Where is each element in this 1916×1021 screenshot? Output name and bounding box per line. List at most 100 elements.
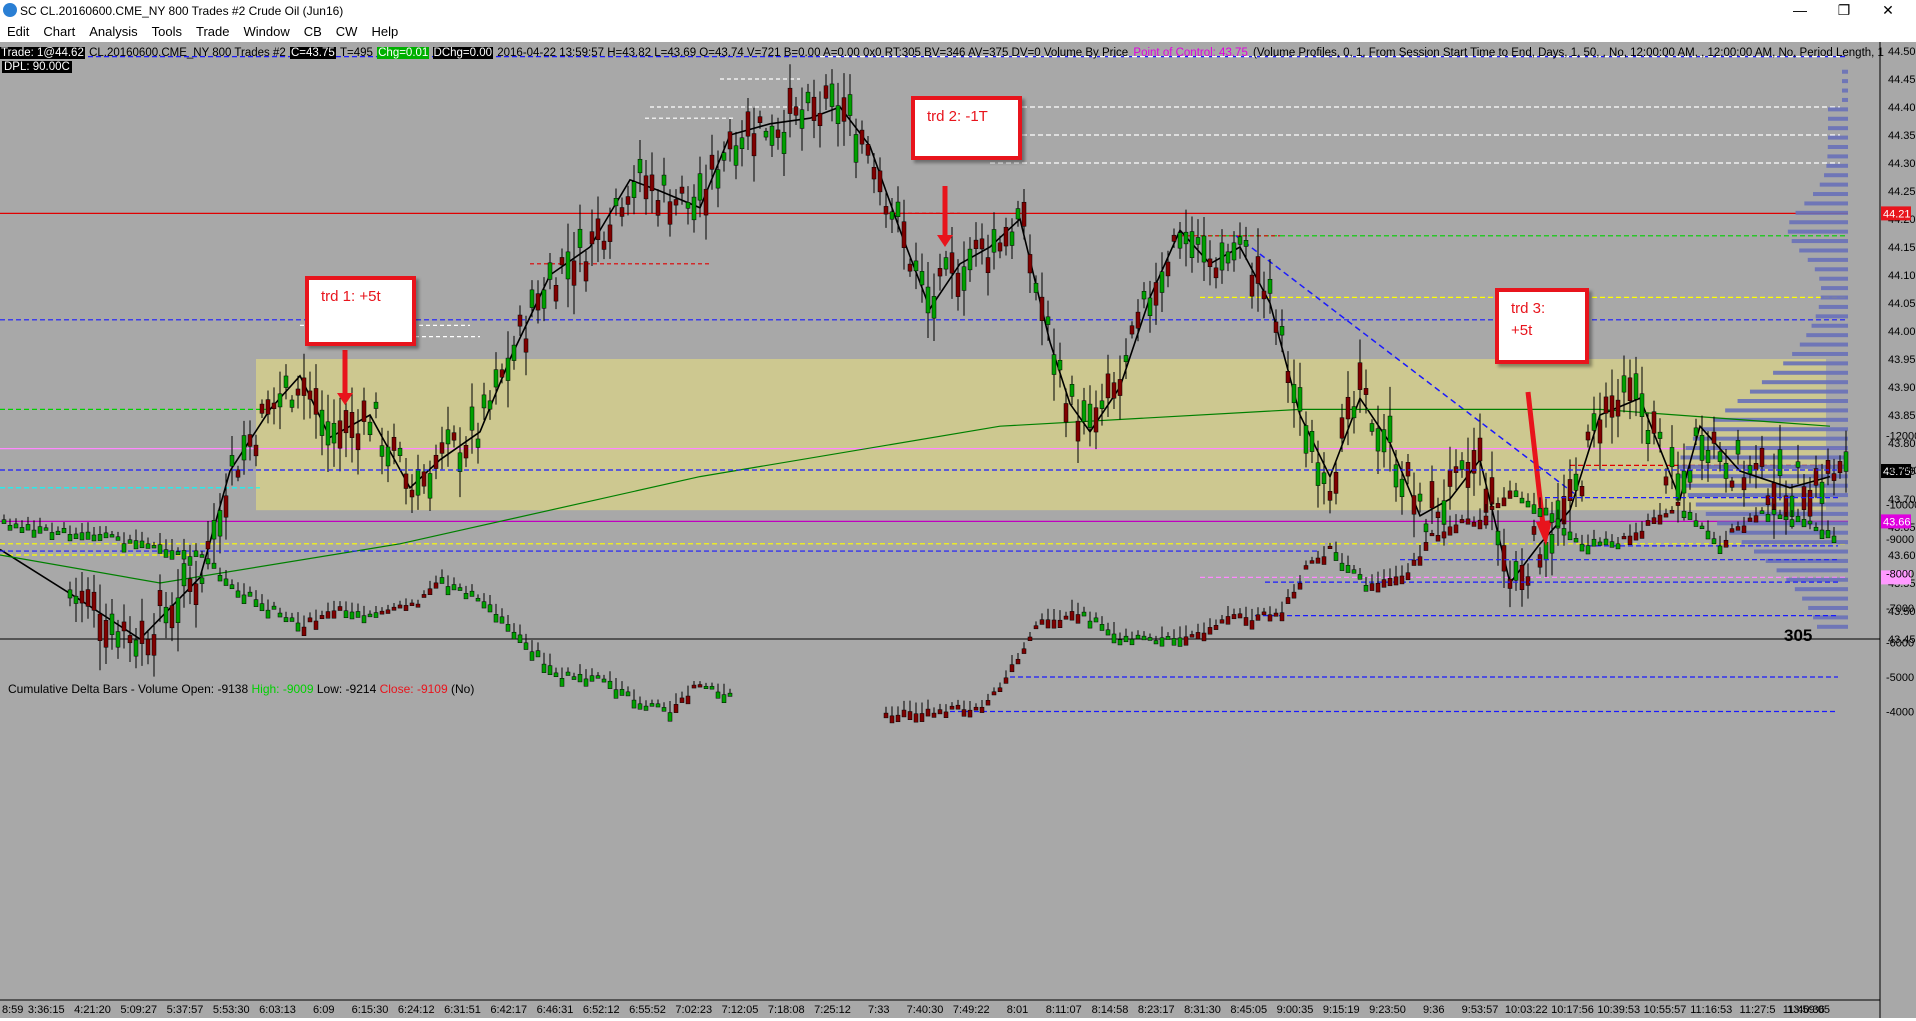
- delta-bar: [367, 613, 373, 618]
- delta-bar: [1267, 614, 1273, 622]
- volume-profile-bar: [1820, 295, 1848, 300]
- price-candle: [781, 131, 787, 154]
- volume-profile-bar: [1754, 549, 1848, 554]
- minimize-icon[interactable]: —: [1778, 0, 1822, 22]
- delta-bar: [433, 582, 439, 589]
- lower-panel-label: Cumulative Delta Bars - Volume Open: -91…: [8, 682, 474, 696]
- price-candle: [421, 471, 427, 487]
- delta-bar: [121, 543, 127, 553]
- close-icon[interactable]: ✕: [1866, 0, 1910, 22]
- delta-bar: [1501, 497, 1507, 507]
- price-candle: [1447, 469, 1453, 487]
- delta-bar: [661, 707, 667, 712]
- time-tick-label: 6:09: [313, 1004, 334, 1016]
- delta-bar: [1489, 505, 1495, 510]
- menu-cw[interactable]: CW: [329, 22, 365, 42]
- menu-analysis[interactable]: Analysis: [82, 22, 144, 42]
- volume-profile-bar: [1813, 192, 1848, 197]
- lower-panel-open: Open: -9138: [181, 682, 249, 696]
- delta-bar: [1705, 530, 1711, 540]
- price-candle: [703, 188, 709, 216]
- price-candle: [1369, 423, 1375, 432]
- delta-bar: [583, 678, 589, 687]
- delta-bar: [1117, 639, 1123, 646]
- delta-bar: [451, 584, 457, 591]
- price-candle: [1345, 396, 1351, 420]
- price-candle: [889, 211, 895, 220]
- delta-bar: [1771, 509, 1777, 515]
- price-candle: [583, 261, 589, 282]
- price-candle: [1723, 462, 1729, 479]
- price-candle: [559, 257, 565, 266]
- price-candle: [1339, 417, 1345, 439]
- delta-bar: [199, 554, 205, 558]
- time-tick-label: 6:24:12: [398, 1004, 435, 1016]
- delta-bar: [253, 599, 259, 607]
- price-candle: [193, 583, 199, 605]
- chart-area[interactable]: 44.6044.5044.4544.4044.3544.3044.2544.20…: [0, 0, 1916, 1018]
- price-candle: [1141, 291, 1147, 300]
- time-tick-label: 7:12:05: [722, 1004, 759, 1016]
- price-candle: [1591, 413, 1597, 431]
- menu-help[interactable]: Help: [364, 22, 405, 42]
- delta-bar: [109, 534, 115, 538]
- volume-profile-bar: [1804, 201, 1848, 206]
- delta-bar: [709, 686, 715, 690]
- delta-bar: [169, 550, 175, 560]
- volume-profile-bar: [1792, 351, 1848, 356]
- price-tick-label: 44.30: [1888, 158, 1916, 170]
- delta-bar: [637, 703, 643, 710]
- price-candle: [673, 199, 679, 206]
- menu-chart[interactable]: Chart: [36, 22, 82, 42]
- price-candle: [1171, 234, 1177, 242]
- delta-bar: [1741, 525, 1747, 533]
- delta-bar: [961, 709, 967, 717]
- price-candle: [643, 175, 649, 200]
- delta-bar: [1819, 529, 1825, 539]
- price-candle: [157, 590, 163, 607]
- price-candle: [253, 444, 259, 457]
- callout-text-3: trd 3: +5t: [1511, 300, 1546, 339]
- delta-bar: [265, 609, 271, 619]
- volume-profile-bar: [1789, 220, 1848, 225]
- price-candle: [127, 635, 133, 644]
- price-candle: [151, 634, 157, 656]
- menu-edit[interactable]: Edit: [0, 22, 36, 42]
- delta-bar: [493, 614, 499, 623]
- delta-bar: [313, 620, 319, 630]
- volume-profile-bar: [1705, 511, 1848, 516]
- menu-tools[interactable]: Tools: [145, 22, 189, 42]
- delta-bar: [7, 525, 13, 531]
- volume-profile-bar: [1783, 361, 1848, 366]
- delta-bar: [1591, 538, 1597, 547]
- trade-callout-1: trd 1: +5t: [305, 276, 416, 346]
- time-tick-label: 11:16:53: [1690, 1004, 1732, 1016]
- time-tick-label: 7:25:12: [814, 1004, 851, 1016]
- delta-bar: [421, 594, 427, 598]
- price-candle: [517, 314, 523, 327]
- price-candle: [841, 97, 847, 122]
- delta-bar: [1699, 525, 1705, 530]
- chart-canvas[interactable]: 44.6044.5044.4544.4044.3544.3044.2544.20…: [0, 0, 1916, 1018]
- delta-bar: [1477, 519, 1483, 530]
- change-value: Chg=0.01: [377, 47, 430, 59]
- price-candle: [1807, 489, 1813, 517]
- restore-icon[interactable]: ❐: [1822, 0, 1866, 22]
- time-tick-label: 6:03:13: [259, 1004, 296, 1016]
- menu-window[interactable]: Window: [236, 22, 296, 42]
- price-candle: [1057, 359, 1063, 371]
- volume-profile-bar: [1799, 342, 1848, 347]
- price-candle: [1495, 530, 1501, 546]
- delta-bar: [1555, 518, 1561, 527]
- price-candle: [1573, 473, 1579, 491]
- delta-bar: [427, 588, 433, 595]
- menu-trade[interactable]: Trade: [189, 22, 236, 42]
- delta-bar: [415, 603, 421, 608]
- menu-cb[interactable]: CB: [297, 22, 329, 42]
- price-candle: [235, 469, 241, 478]
- profile-volume-count: 305: [1784, 626, 1813, 645]
- delta-bar: [1063, 615, 1069, 620]
- delta-bar: [1153, 640, 1159, 645]
- price-candle: [727, 131, 733, 150]
- profile-settings: (Volume Profiles, 0, 1, From Session Sta…: [1253, 47, 1884, 59]
